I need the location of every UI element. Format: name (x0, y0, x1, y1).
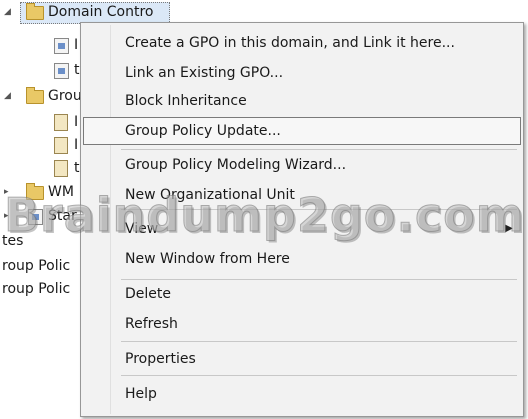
gpo-link-icon (54, 63, 69, 79)
tree-node-label: tes (2, 233, 24, 249)
submenu-arrow-icon: ▶ (505, 223, 513, 234)
starter-gpo-icon (28, 209, 43, 225)
tree-node-label: I (74, 114, 79, 130)
menu-item-label: Create a GPO in this domain, and Link it… (125, 35, 455, 51)
menu-item-label: Group Policy Modeling Wizard... (125, 157, 347, 173)
menu-item-group-policy-update[interactable]: Group Policy Update... (83, 117, 521, 145)
menu-item-block-inheritance[interactable]: Block Inheritance (83, 87, 521, 115)
folder-icon (26, 87, 44, 104)
menu-item-label: Refresh (125, 316, 178, 332)
menu-separator (121, 149, 517, 150)
folder-icon (26, 183, 44, 200)
menu-item-label: Delete (125, 286, 171, 302)
tree-node-label: I (74, 137, 79, 153)
gpo-icon (54, 137, 68, 154)
tree-node-label: roup Polic (2, 258, 71, 274)
menu-separator (121, 375, 517, 376)
tree-pane: ◢ Domain Contro I t ◢ Grou I I t ▸ WM ▸ … (0, 0, 170, 419)
menu-item-view[interactable]: View ▶ (83, 215, 521, 243)
tree-node-label: roup Polic (2, 281, 71, 297)
tree-node-label: t (74, 62, 80, 78)
tree-node-label: I (74, 37, 79, 53)
tree-node-label: Domain Contro (48, 4, 154, 20)
menu-item-label: Block Inheritance (125, 93, 247, 109)
menu-item-new-ou[interactable]: New Organizational Unit (83, 181, 521, 209)
tree-node-label: t (74, 160, 80, 176)
collapse-icon[interactable]: ◢ (4, 1, 11, 23)
tree-node-label: WM (48, 184, 74, 200)
menu-separator (121, 341, 517, 342)
menu-item-label: Help (125, 386, 157, 402)
menu-item-label: Link an Existing GPO... (125, 65, 284, 81)
menu-separator (121, 209, 517, 210)
gpo-link-icon (54, 38, 69, 54)
menu-item-new-window[interactable]: New Window from Here (83, 245, 521, 273)
expand-icon[interactable]: ▸ (4, 181, 9, 203)
menu-item-refresh[interactable]: Refresh (83, 310, 521, 338)
menu-item-label: New Organizational Unit (125, 187, 295, 203)
collapse-icon[interactable]: ◢ (4, 85, 11, 107)
menu-item-label: Properties (125, 351, 196, 367)
tree-node-label: Star (48, 208, 77, 224)
menu-item-modeling-wizard[interactable]: Group Policy Modeling Wizard... (83, 151, 521, 179)
context-menu: Create a GPO in this domain, and Link it… (80, 22, 524, 417)
expand-icon[interactable]: ▸ (4, 205, 9, 227)
menu-item-label: Group Policy Update... (125, 123, 281, 139)
tree-node-domain-controllers[interactable]: ◢ Domain Contro (0, 1, 170, 23)
menu-item-link-existing-gpo[interactable]: Link an Existing GPO... (83, 59, 521, 87)
menu-item-help[interactable]: Help (83, 380, 521, 408)
gpo-icon (54, 114, 68, 131)
ou-folder-icon (26, 3, 44, 20)
menu-item-label: New Window from Here (125, 251, 290, 267)
menu-item-delete[interactable]: Delete (83, 280, 521, 308)
tree-node-label: Grou (48, 88, 82, 104)
menu-item-properties[interactable]: Properties (83, 345, 521, 373)
menu-item-create-gpo[interactable]: Create a GPO in this domain, and Link it… (83, 29, 521, 57)
gpo-icon (54, 160, 68, 177)
menu-item-label: View (125, 221, 159, 237)
